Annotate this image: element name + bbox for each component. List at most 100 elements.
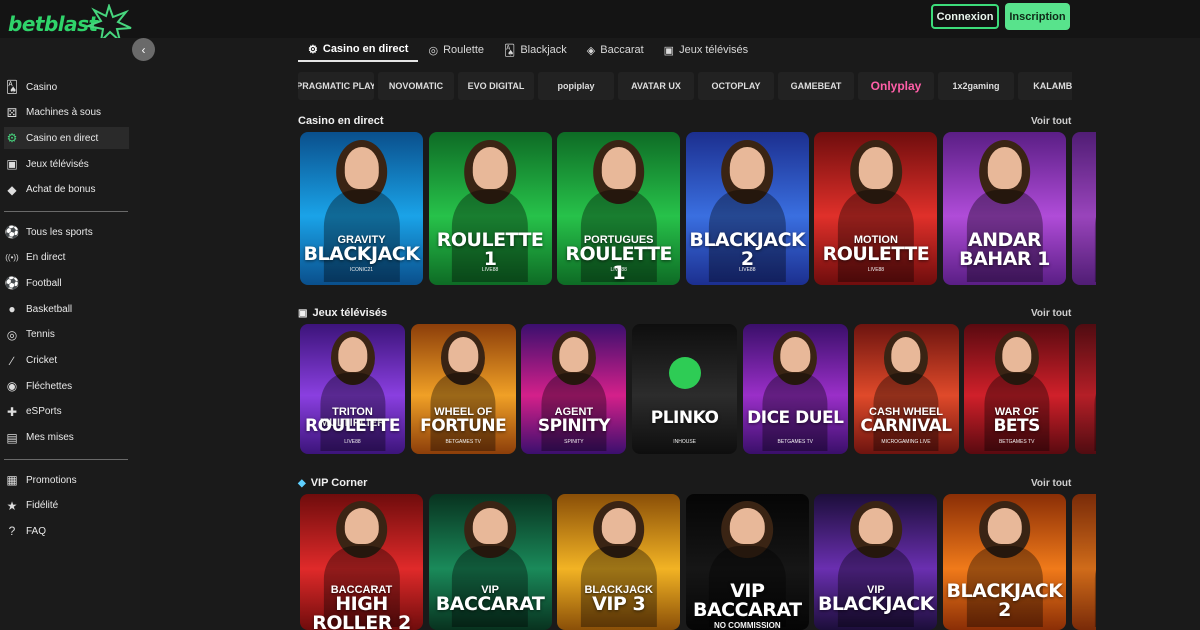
dealer-face xyxy=(987,147,1022,189)
tab-casino-en-direct[interactable]: ⚙ Casino en direct xyxy=(298,38,419,62)
dealer-face xyxy=(448,337,478,373)
sidebar-item-label: Tous les sports xyxy=(26,226,93,238)
sidebar-item-label: Casino xyxy=(26,81,58,93)
see-all-link[interactable]: Voir tout xyxy=(1031,308,1071,319)
login-button[interactable]: Connexion xyxy=(931,4,999,29)
sidebar-item-basketball[interactable]: ● Basketball xyxy=(4,298,129,320)
game-card[interactable] xyxy=(1071,132,1096,285)
sidebar-item-fid-lit-[interactable]: ★ Fidélité xyxy=(4,495,129,517)
section-title: ▣ Jeux télévisés xyxy=(298,307,387,319)
game-card[interactable]: BLACKJACK VIP 3 xyxy=(557,494,681,630)
sidebar-item-mes-mises[interactable]: ▤ Mes mises xyxy=(4,427,129,449)
game-card[interactable]: GRAVITY BLACKJACK ICONIC21 xyxy=(300,132,423,285)
sidebar-item-label: Basketball xyxy=(26,303,73,315)
game-card[interactable]: BLACKJACK 2 xyxy=(943,494,1066,630)
tab-baccarat[interactable]: ◈ Baccarat xyxy=(577,38,654,62)
sidebar-item-machines-sous[interactable]: ⚄ Machines à sous xyxy=(4,102,129,124)
tab-roulette[interactable]: ◎ Roulette xyxy=(418,38,494,62)
sidebar-item-casino-en-direct[interactable]: ⚙ Casino en direct xyxy=(4,127,129,150)
sidebar-item-esports[interactable]: ✚ eSPorts xyxy=(4,401,129,423)
game-card[interactable]: ROULETTE 1 LIVE88 xyxy=(428,132,552,285)
provider-logo[interactable]: PRAGMATIC PLAY xyxy=(298,72,374,100)
provider-logo[interactable]: AVATAR UX xyxy=(618,72,694,100)
provider-logo[interactable]: 1x2gaming xyxy=(938,72,1014,100)
provider-logo[interactable]: OCTOPLAY xyxy=(698,72,774,100)
dealer-face xyxy=(559,337,589,373)
section-title-label: VIP Corner xyxy=(310,477,368,489)
see-all-link[interactable]: Voir tout xyxy=(1031,116,1071,127)
sidebar-item-fl-chettes[interactable]: ◉ Fléchettes xyxy=(4,375,129,397)
brand-logo[interactable]: betblast xyxy=(8,4,132,42)
sidebar-item-faq[interactable]: ? FAQ xyxy=(4,520,129,542)
game-title-line2: BLACKJACK 2 xyxy=(946,580,1063,622)
game-title-line2: HIGH ROLLER 2 xyxy=(312,592,411,630)
signup-button[interactable]: Inscription xyxy=(1005,3,1070,30)
game-title-line2: ROULETTE 1 xyxy=(436,229,544,271)
game-card[interactable]: PLINKO INHOUSE xyxy=(632,324,738,454)
game-card[interactable]: VIP BACCARAT NO COMMISSION xyxy=(685,494,809,630)
game-card[interactable]: TRITON MULTIPLIER ROULETTE LIVE88 xyxy=(300,324,405,454)
top-bar: betblast Connexion Inscription xyxy=(0,0,1200,42)
sidebar-item-cricket[interactable]: ∕ Cricket xyxy=(4,350,129,372)
sidebar-item-jeux-t-l-vis-s[interactable]: ▣ Jeux télévisés xyxy=(4,153,129,175)
provider-logo[interactable]: popiplay xyxy=(538,72,614,100)
dealer-face xyxy=(337,337,368,373)
sidebar-divider xyxy=(4,211,128,212)
game-card[interactable] xyxy=(1074,324,1096,454)
roulette-icon: ◎ xyxy=(428,44,439,57)
star-icon: ★ xyxy=(6,498,18,513)
slot-icon: ⚄ xyxy=(6,105,18,120)
game-title-line2: VIP 3 xyxy=(592,592,646,615)
game-title-line2: PLINKO xyxy=(650,407,719,428)
provider-logo[interactable]: GAMEBEAT xyxy=(778,72,854,100)
provider-strip: PRAGMATIC PLAY NOVOMATIC EVO DIGITAL popipl… xyxy=(298,72,1072,100)
sidebar-item-football[interactable]: ⚽ Football xyxy=(4,272,129,294)
chips-icon: ◈ xyxy=(586,44,596,57)
provider-logo[interactable]: KALAMBA xyxy=(1018,72,1072,100)
provider-logo[interactable]: NOVOMATIC xyxy=(378,72,454,100)
see-all-link[interactable]: Voir tout xyxy=(1031,478,1071,489)
game-title-line2: BLACKJACK xyxy=(817,592,934,615)
game-title-line2: ROULETTE 1 xyxy=(565,243,672,285)
sidebar-item-label: En direct xyxy=(26,252,66,264)
sidebar-item-promotions[interactable]: ▦ Promotions xyxy=(4,469,129,491)
game-card[interactable]: CASH WHEEL CARNIVAL MICROGAMING LIVE xyxy=(853,324,959,454)
sidebar-item-achat-de-bonus[interactable]: ◆ Achat de bonus xyxy=(4,179,129,201)
burst-icon xyxy=(86,4,132,42)
sidebar-item-tous-les-sports[interactable]: ⚽ Tous les sports xyxy=(4,221,129,243)
tab-label: Jeux télévisés xyxy=(679,44,749,56)
game-card[interactable]: DICE DUEL BETGAMES TV xyxy=(742,324,848,454)
provider-logo[interactable]: EVO DIGITAL xyxy=(458,72,534,100)
game-card[interactable]: BACCARAT HIGH ROLLER 2 xyxy=(300,494,423,630)
game-title-line2: DICE DUEL xyxy=(747,407,844,428)
section-title-label: Jeux télévisés xyxy=(312,307,388,319)
dealer-face xyxy=(858,507,894,545)
tab-blackjack[interactable]: 🂡 Blackjack xyxy=(494,38,577,62)
game-card[interactable]: WHEEL OF FORTUNE BETGAMES TV xyxy=(410,324,516,454)
section-title: ◆ VIP Corner xyxy=(298,477,367,489)
game-card[interactable]: MOTION ROULETTE LIVE88 xyxy=(814,132,938,285)
game-card[interactable]: VIP BLACKJACK xyxy=(814,494,938,630)
tab-jeux-t-l-vis-s[interactable]: ▣ Jeux télévisés xyxy=(654,38,759,62)
game-card[interactable]: PORTUGUES ROULETTE 1 LIVE88 xyxy=(557,132,681,285)
game-card[interactable]: BLACKJACK 2 LIVE88 xyxy=(685,132,809,285)
dealer-face xyxy=(472,147,508,189)
chevron-left-icon[interactable]: ‹ xyxy=(132,38,155,61)
game-title-line2: BLACKJACK xyxy=(303,243,420,266)
game-card[interactable]: ANDAR BAHAR 1 xyxy=(943,132,1066,285)
game-card[interactable]: VIP BACCARAT xyxy=(428,494,552,630)
sidebar-item-label: Cricket xyxy=(26,355,58,366)
tennis-icon: ◎ xyxy=(6,327,18,342)
tv-icon: ▣ xyxy=(6,157,18,172)
provider-logo[interactable]: Onlyplay xyxy=(858,72,934,100)
sidebar-item-en-direct[interactable]: ((•)) En direct xyxy=(4,247,129,269)
sidebar-item-casino[interactable]: 🂡 Casino xyxy=(4,76,129,98)
sidebar-item-tennis[interactable]: ◎ Tennis xyxy=(4,324,129,346)
game-card[interactable]: WAR OF BETS BETGAMES TV xyxy=(964,324,1070,454)
game-card[interactable] xyxy=(1071,494,1096,630)
dealer-face xyxy=(344,147,379,189)
tab-label: Casino en direct xyxy=(322,43,409,55)
sidebar-item-label: Casino en direct xyxy=(26,132,99,144)
game-card[interactable]: AGENT SPINITY SPINITY xyxy=(521,324,627,454)
dealer-body xyxy=(1094,373,1096,452)
